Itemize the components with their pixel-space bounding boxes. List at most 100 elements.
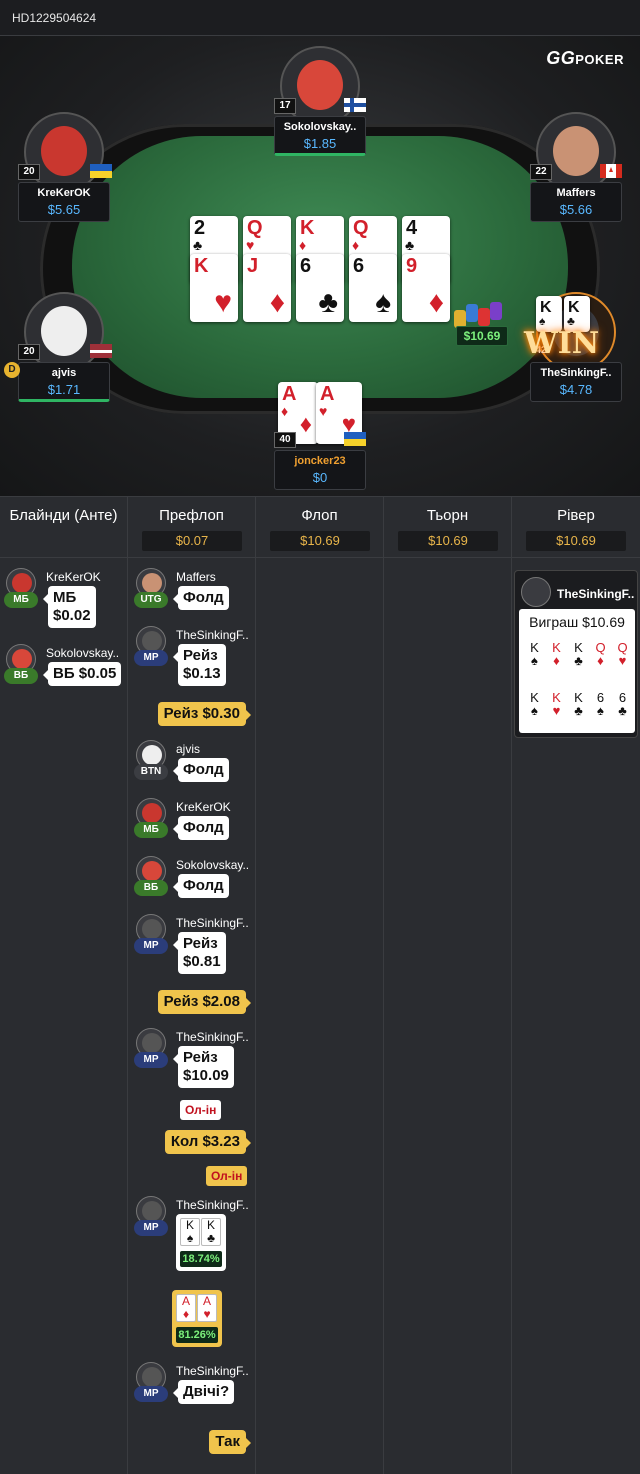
player-name: ajvis: [51, 367, 77, 379]
hand-card: K ♣: [574, 640, 583, 668]
player-name: TheSinkingF..: [176, 1030, 249, 1044]
player-stack: $5.66: [559, 202, 593, 217]
avatar: [280, 46, 360, 126]
dealer-button: D: [4, 362, 20, 378]
ggpoker-logo: GGPOKER: [546, 48, 624, 68]
hero-action-bubble: Рейз $2.08: [157, 990, 252, 1014]
all-in-tag: Ол-ін: [180, 1100, 222, 1120]
pot-amount: $10.69: [456, 326, 508, 346]
lane-flop: [256, 558, 384, 1474]
player-name: Sokolovskay..: [283, 121, 357, 133]
hero-showdown: A ♦A ♥ 81.26%: [172, 1290, 222, 1347]
ukraine-flag-icon: [344, 432, 366, 446]
level-badge: 20: [18, 164, 40, 180]
mini-card: A ♦: [176, 1294, 196, 1322]
player-name: joncker23: [294, 455, 346, 467]
action-bubble: Двічі?: [172, 1380, 235, 1404]
player-stack: $5.65: [47, 202, 81, 217]
seat-joncker23[interactable]: A ♦ ♦ A ♥ ♥ 40 joncker23 $0: [274, 380, 366, 490]
street-pot: $10.69: [526, 531, 626, 551]
position-badge: MP: [134, 650, 168, 666]
lane-turn: [384, 558, 512, 1474]
player-name: KreKerOK: [176, 800, 231, 814]
hand-card: K ♥: [552, 690, 561, 718]
action-bubble: Фолд: [173, 816, 229, 840]
mini-card: K ♣: [201, 1218, 221, 1246]
player-name: Maffers: [176, 570, 216, 584]
level-badge: 17: [274, 98, 296, 114]
nameplate: Sokolovskay.. $1.85: [274, 116, 366, 156]
win-amount-label: Виграш $10.69: [529, 614, 625, 630]
board-card: 6 ♣: [296, 254, 344, 322]
player-stack: $1.71: [47, 382, 81, 397]
action-bubble: ВБ $0.05: [42, 662, 122, 686]
nameplate: TheSinkingF.. $4.78: [530, 362, 622, 402]
mini-card: K ♠: [180, 1218, 200, 1246]
street-preflop[interactable]: Префлоп $0.07: [128, 497, 256, 559]
player-name: Sokolovskay..: [176, 858, 250, 872]
avatar: [536, 112, 616, 192]
hand-id: HD1229504624: [12, 11, 97, 25]
hero-action-bubble: Рейз $0.30: [157, 702, 252, 726]
street-flop[interactable]: Флоп $10.69: [256, 497, 384, 559]
canada-flag-icon: [600, 164, 622, 178]
win-label: WIN: [524, 326, 600, 361]
board-card: K ♥: [190, 254, 238, 322]
seat-maffers[interactable]: 22 Maffers $5.66: [530, 112, 622, 222]
lane-blinds: [0, 558, 128, 1474]
nameplate: Maffers $5.66: [530, 182, 622, 222]
action-entry: МБ KreKerOK Фолд: [132, 798, 256, 850]
hand-card: K ♠: [530, 690, 539, 718]
player-name: TheSinkingF..: [176, 628, 249, 642]
action-bubble: Рейз $0.81: [173, 932, 226, 974]
position-badge: MP: [134, 1220, 168, 1236]
player-name: TheSinkingF..: [540, 367, 612, 379]
action-bubble: Фолд: [173, 874, 229, 898]
hand-card: K ♠: [530, 640, 539, 668]
street-river[interactable]: Рівер $10.69: [512, 497, 640, 559]
position-badge: UTG: [134, 592, 168, 608]
player-stack: $1.85: [303, 136, 337, 151]
position-badge: ВБ: [4, 668, 38, 684]
street-blinds[interactable]: Блайнди (Анте): [0, 497, 128, 559]
action-entry: МБ KreKerOK МБ $0.02: [2, 568, 126, 632]
player-name: Sokolovskay..: [46, 646, 120, 660]
player-name: Maffers: [556, 187, 596, 199]
street-pot: $0.07: [142, 531, 242, 551]
position-badge: MP: [134, 1052, 168, 1068]
level-badge: 40: [274, 432, 296, 448]
hand-card: 6 ♣: [618, 690, 627, 718]
position-badge: МБ: [134, 822, 168, 838]
seat-ajvis[interactable]: 20 ajvis $1.71: [18, 292, 112, 402]
all-in-tag: Ол-ін: [206, 1166, 248, 1186]
river-winner-box: TheSinkingF.. Виграш $10.69 K ♠ K ♦ K ♣ Q ♦ …: [514, 570, 638, 738]
player-name: TheSinkingF..: [176, 1364, 249, 1378]
action-bubble: Фолд: [173, 586, 229, 610]
street-turn[interactable]: Тьорн $10.69: [384, 497, 512, 559]
street-header: Блайнди (Анте) Префлоп $0.07 Флоп $10.69 Т…: [0, 496, 640, 559]
level-badge: 22: [530, 164, 552, 180]
action-entry: ВБ Sokolovskay.. ВБ $0.05: [2, 644, 126, 694]
finland-flag-icon: [344, 98, 366, 112]
level-badge: 20: [18, 344, 40, 360]
equity-label: 18.74%: [180, 1251, 222, 1267]
action-entry: MP TheSinkingF.. K ♠K ♣ 18.74%: [132, 1196, 256, 1280]
action-entry: MP TheSinkingF.. Двічі?: [132, 1362, 256, 1414]
player-stack: $0: [312, 470, 328, 485]
hand-card: Q ♥: [617, 640, 628, 668]
latvia-flag-icon: [90, 344, 112, 358]
nameplate: joncker23 $0: [274, 450, 366, 490]
hero-action-bubble: Так: [209, 1430, 251, 1454]
action-bubble: Рейз $10.09: [173, 1046, 234, 1088]
player-stack: $4.78: [559, 382, 593, 397]
position-badge: BTN: [134, 764, 168, 780]
seat-sokolovskay[interactable]: 17 Sokolovskay.. $1.85: [274, 46, 366, 156]
position-badge: MP: [134, 938, 168, 954]
action-entry: BTN ajvis Фолд: [132, 740, 256, 792]
hand-card: Q ♦: [595, 640, 606, 668]
seat-krekerok[interactable]: 20 KreKerOK $5.65: [18, 112, 112, 222]
winner-panel: Виграш $10.69 K ♠ K ♦ K ♣ Q ♦ Q ♥ K ♠ K ♥ K ♣ 6 ♠…: [519, 609, 635, 733]
position-badge: ВБ: [134, 880, 168, 896]
street-pot: $10.69: [270, 531, 370, 551]
ukraine-flag-icon: [90, 164, 112, 178]
